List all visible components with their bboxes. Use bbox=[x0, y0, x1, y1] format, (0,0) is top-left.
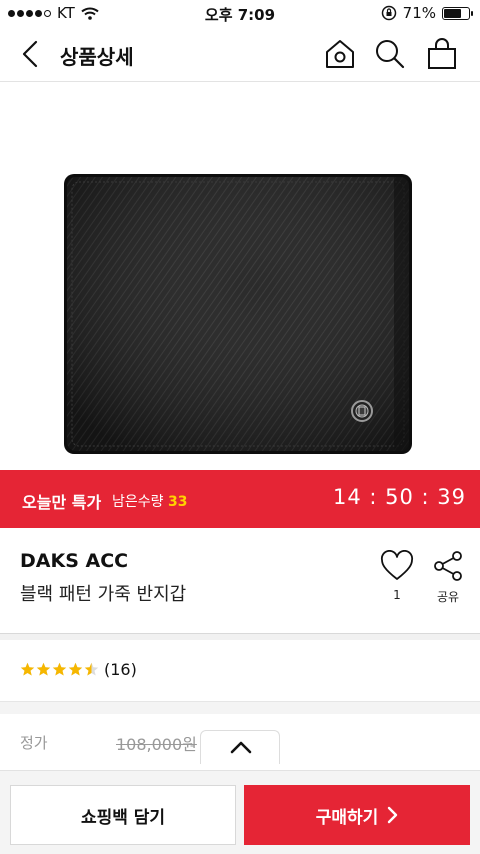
remaining-count: 33 bbox=[167, 494, 188, 510]
product-name: 블랙 패턴 가죽 반지갑 bbox=[20, 584, 187, 605]
deal-remaining: 남은수량 33 bbox=[112, 491, 187, 511]
orientation-lock-icon bbox=[381, 5, 396, 21]
section-divider bbox=[0, 702, 480, 714]
original-price: 108,000원 bbox=[116, 735, 197, 754]
rating-section[interactable]: (16) bbox=[0, 640, 480, 702]
price-label: 정가 bbox=[20, 734, 48, 752]
remaining-label: 남은수량 bbox=[112, 494, 164, 510]
star-full-icon bbox=[68, 662, 83, 676]
deal-label: 오늘만 특가 bbox=[22, 493, 102, 512]
status-bar: KT 오후 7:09 71% bbox=[0, 0, 480, 26]
chevron-up-icon bbox=[230, 741, 252, 754]
back-chevron-icon[interactable] bbox=[14, 36, 50, 72]
deal-bar: 오늘만 특가 남은수량 33 14 : 50 : 39 bbox=[0, 470, 480, 528]
product-info: DAKS ACC 블랙 패턴 가죽 반지갑 1 공유 bbox=[0, 528, 480, 634]
home-icon[interactable] bbox=[322, 36, 358, 72]
brand-name[interactable]: DAKS ACC bbox=[20, 550, 128, 572]
share-label: 공유 bbox=[436, 590, 460, 604]
product-image[interactable] bbox=[0, 82, 480, 470]
page-title: 상품상세 bbox=[60, 45, 134, 69]
add-to-bag-button[interactable]: 쇼핑백 담기 bbox=[10, 785, 236, 845]
deal-timer: 14 : 50 : 39 bbox=[332, 485, 466, 509]
nav-bar: 상품상세 bbox=[0, 26, 480, 82]
shopping-bag-icon[interactable] bbox=[424, 36, 460, 72]
heart-icon[interactable] bbox=[380, 550, 414, 582]
wallet-image bbox=[64, 174, 412, 454]
buy-button-label: 구매하기 bbox=[315, 807, 379, 828]
star-rating bbox=[20, 662, 99, 677]
review-count: (16) bbox=[104, 660, 137, 679]
battery-fill bbox=[444, 8, 462, 18]
chevron-right-icon bbox=[388, 806, 398, 824]
battery-percent: 71% bbox=[402, 4, 436, 22]
star-full-icon bbox=[36, 662, 51, 676]
bottom-action-bar: 쇼핑백 담기 구매하기 bbox=[0, 770, 480, 854]
share-icon[interactable] bbox=[432, 550, 464, 582]
like-count: 1 bbox=[393, 588, 401, 602]
star-full-icon bbox=[52, 662, 67, 676]
status-right: 71% bbox=[381, 4, 473, 22]
star-half-icon bbox=[84, 662, 99, 676]
buy-button[interactable]: 구매하기 bbox=[244, 785, 470, 845]
battery-icon bbox=[442, 6, 473, 20]
expand-tab[interactable] bbox=[200, 730, 280, 764]
search-icon[interactable] bbox=[372, 36, 408, 72]
star-full-icon bbox=[20, 662, 35, 676]
